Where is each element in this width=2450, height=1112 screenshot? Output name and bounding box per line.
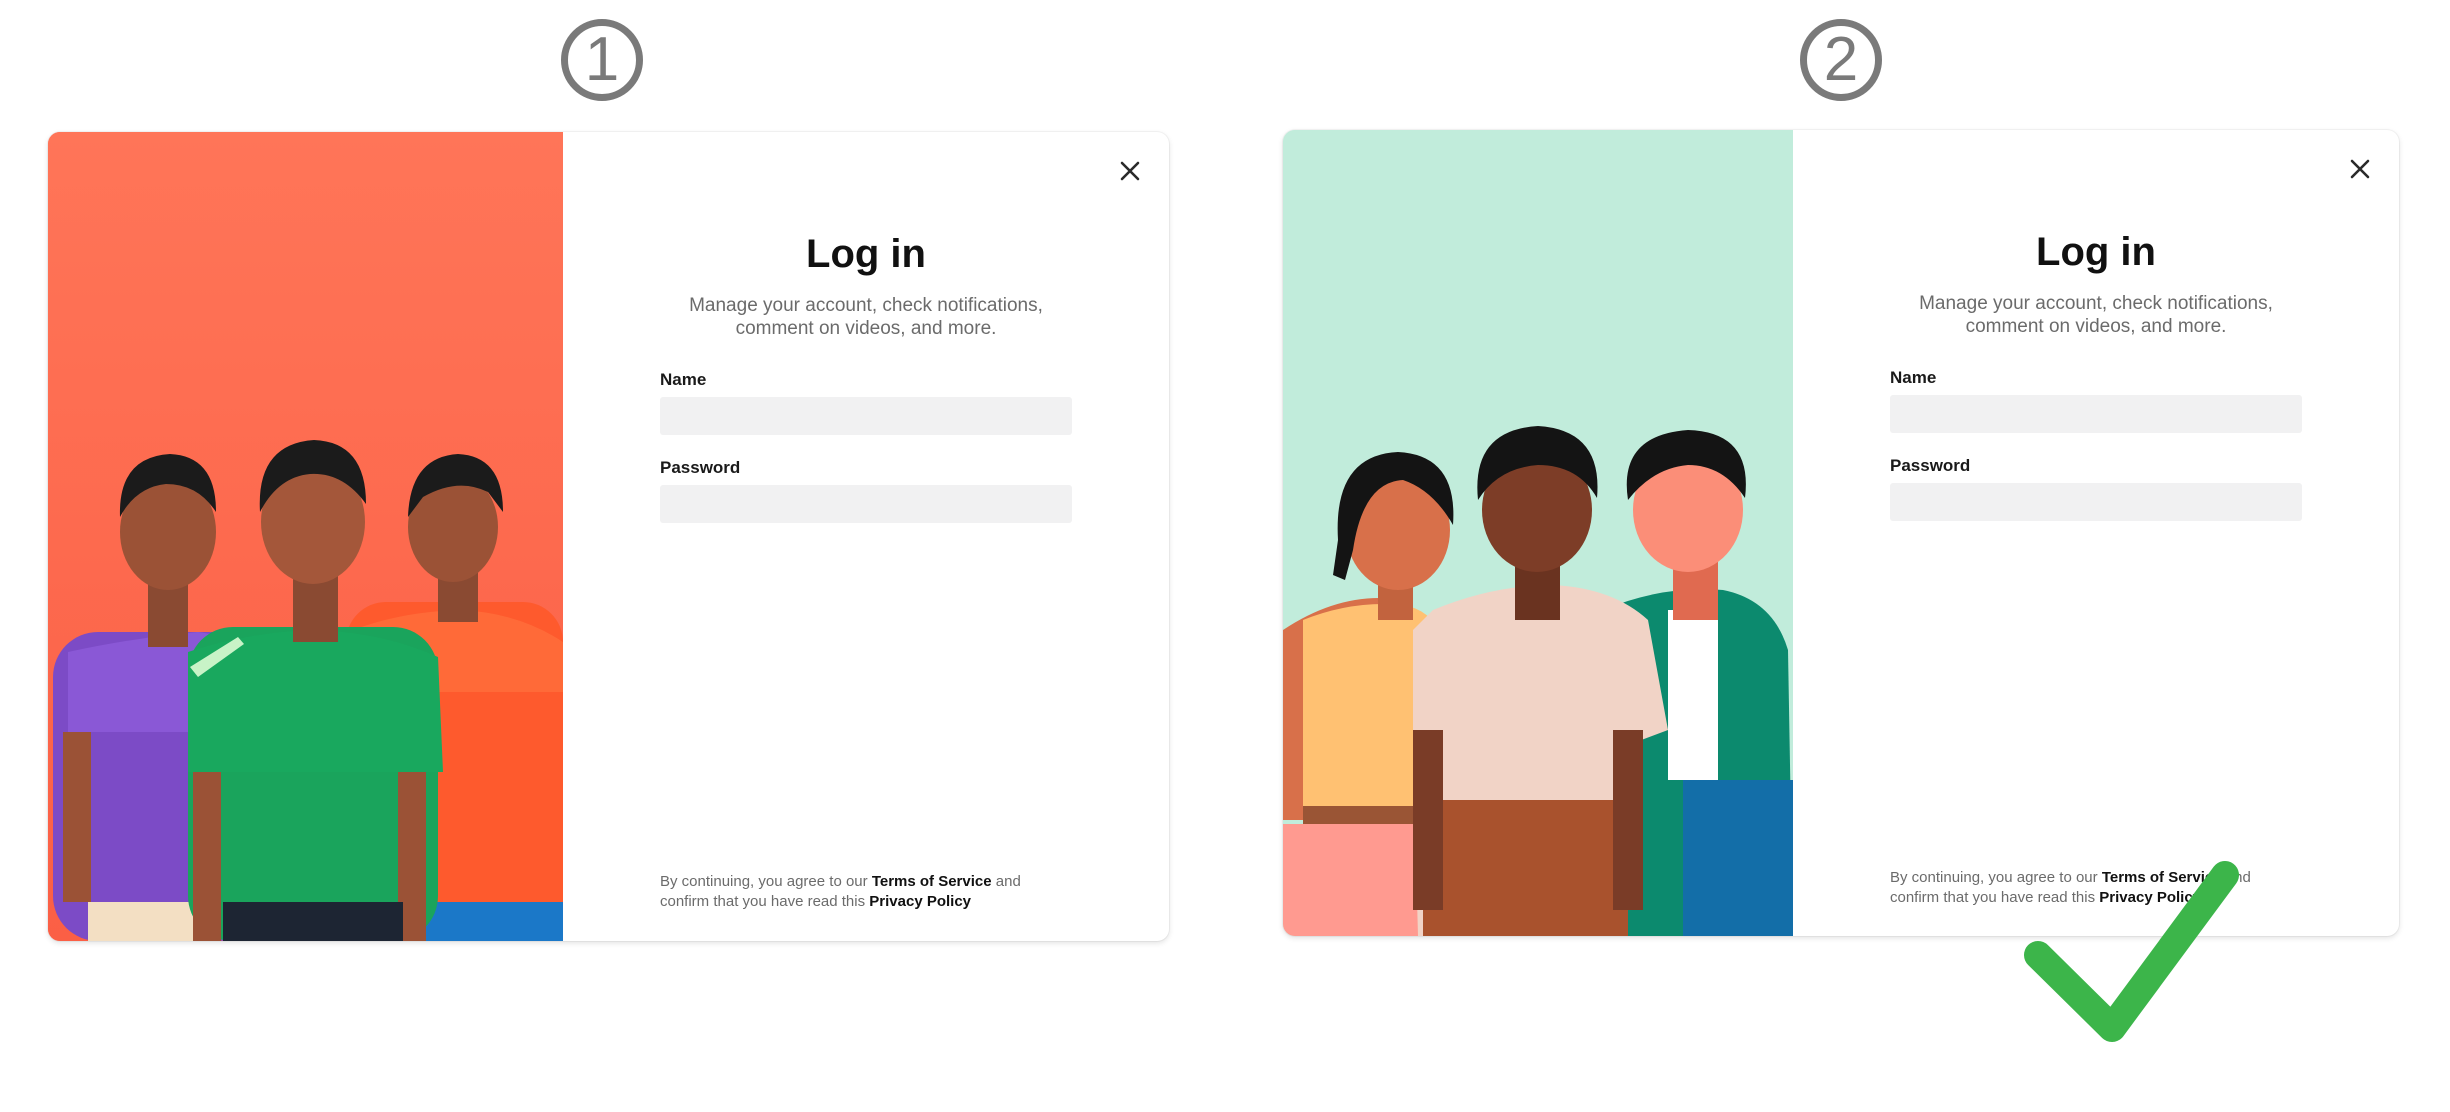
subtitle-line-1: Manage your account, check notifications…: [689, 295, 1043, 316]
login-form-pane-1: Log in Manage your account, check notifi…: [563, 132, 1169, 941]
illustration-panel-orange: [48, 132, 563, 941]
legal-middle: confirm that you have read this: [660, 893, 866, 910]
option-1-number: 1: [561, 19, 643, 101]
name-field[interactable]: [1890, 395, 2302, 433]
password-field[interactable]: [660, 485, 1072, 523]
legal-notice: By continuing, you agree to our Terms of…: [660, 872, 1080, 912]
password-label: Password: [660, 458, 741, 477]
subtitle-line-2: comment on videos, and more.: [1965, 316, 2227, 337]
name-label: Name: [1890, 368, 1937, 387]
legal-and: and: [995, 873, 1021, 890]
option-2-number: 2: [1800, 19, 1882, 101]
login-subtitle: Manage your account, check notifications…: [643, 294, 1089, 340]
option-2-number-text: 2: [1823, 25, 1859, 94]
subtitle-line-1: Manage your account, check notifications…: [1919, 293, 2273, 314]
illustration-panel-mint: [1283, 130, 1793, 936]
login-modal-option-1: Log in Manage your account, check notifi…: [48, 132, 1169, 941]
close-button[interactable]: [2345, 154, 2375, 184]
subtitle-line-2: comment on videos, and more.: [735, 318, 997, 339]
name-field[interactable]: [660, 397, 1072, 435]
page-title: Log in: [806, 232, 926, 276]
checkmark-icon: [2024, 861, 2239, 1042]
close-button[interactable]: [1115, 156, 1145, 186]
close-icon: [1120, 161, 1140, 181]
password-field[interactable]: [1890, 483, 2302, 521]
option-1-number-text: 1: [584, 25, 620, 94]
password-label: Password: [1890, 456, 1971, 475]
terms-of-service-link[interactable]: Terms of Service: [872, 873, 992, 890]
close-icon: [2350, 159, 2370, 179]
login-subtitle: Manage your account, check notifications…: [1873, 292, 2319, 338]
name-label: Name: [660, 370, 707, 389]
login-form-pane-2: Log in Manage your account, check notifi…: [1793, 130, 2399, 936]
legal-prefix: By continuing, you agree to our: [660, 873, 868, 890]
people-illustration-mint: [1283, 130, 1793, 936]
page-title: Log in: [2036, 230, 2156, 274]
privacy-policy-link[interactable]: Privacy Policy: [869, 893, 971, 910]
login-modal-option-2: Log in Manage your account, check notifi…: [1283, 130, 2399, 936]
people-illustration-orange: [48, 132, 563, 941]
